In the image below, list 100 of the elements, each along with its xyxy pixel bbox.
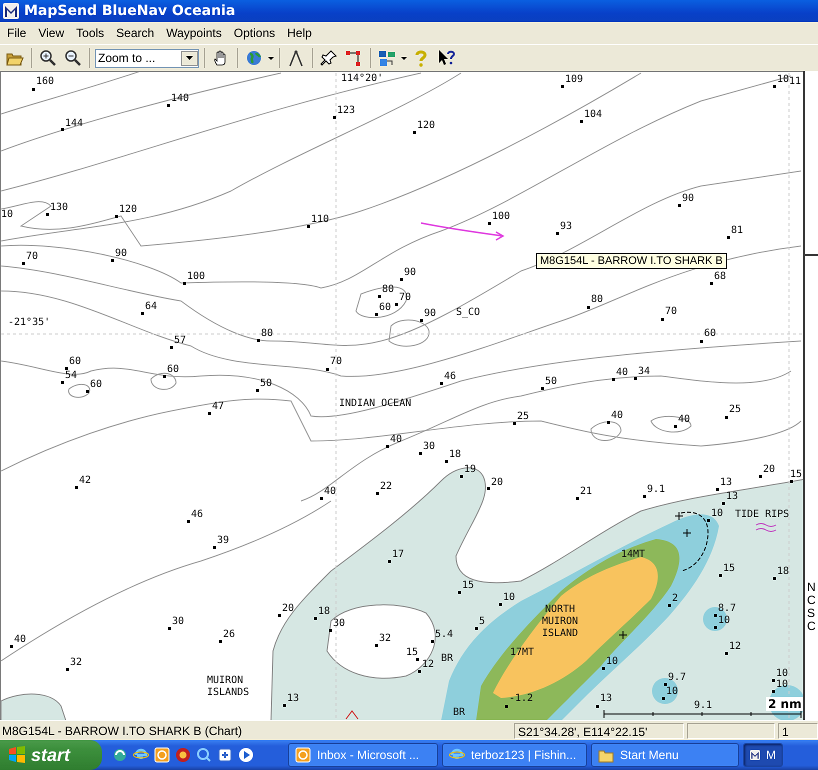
depth-sounding: 21 xyxy=(580,486,592,497)
depth-sounding: 13 xyxy=(726,491,738,502)
app-logo-icon xyxy=(3,3,19,19)
depth-sounding: 40 xyxy=(390,434,402,445)
depth-sounding: 70 xyxy=(399,292,412,303)
place-name-label: 14MT xyxy=(621,549,646,561)
place-name-label: NORTH MUIRON ISLAND xyxy=(540,604,580,640)
depth-sounding: 20 xyxy=(282,603,294,614)
depth-sounding: 10 xyxy=(777,74,790,85)
side-panel-text: C xyxy=(807,620,817,633)
depth-sounding: 50 xyxy=(545,376,558,387)
depth-sounding: 30 xyxy=(333,618,346,629)
cross-marker-icon xyxy=(682,528,692,538)
chart-name-status: M8G154L - BARROW I.TO SHARK B (Chart) xyxy=(1,724,244,738)
quick-launch-button[interactable] xyxy=(217,747,233,763)
depth-sounding: 70 xyxy=(26,251,38,262)
depth-sounding: 90 xyxy=(682,193,694,204)
depth-sounding: 13 xyxy=(720,477,732,488)
place-name-label: MUIRON ISLANDS xyxy=(207,675,250,699)
menu-item[interactable]: Waypoints xyxy=(160,26,228,40)
chart-tooltip: M8G154L - BARROW I.TO SHARK B xyxy=(536,253,727,269)
depth-sounding: 30 xyxy=(423,441,436,452)
depth-sounding: 46 xyxy=(191,509,204,520)
taskbar-button[interactable]: terboz123 | Fishin... xyxy=(442,743,587,767)
quick-launch-button[interactable] xyxy=(175,747,191,763)
depth-sounding: 32 xyxy=(70,657,82,668)
depth-sounding: 15 xyxy=(790,469,802,480)
place-name-label: BR xyxy=(441,653,454,665)
depth-sounding: 9.7 xyxy=(668,672,686,683)
menu-item[interactable]: Options xyxy=(228,26,282,40)
start-button[interactable]: start xyxy=(0,740,102,770)
position-status: S21°34.28', E114°22.15' xyxy=(514,722,684,738)
depth-sounding: 15 xyxy=(462,580,474,591)
depth-sounding: 60 xyxy=(704,328,716,339)
depth-sounding: 70 xyxy=(330,356,342,367)
depth-sounding: 25 xyxy=(517,411,530,422)
menu-item[interactable]: Search xyxy=(110,26,160,40)
depth-sounding: 8.7 xyxy=(718,603,736,614)
place-name-label: INDIAN OCEAN xyxy=(339,398,412,410)
quick-launch-button[interactable] xyxy=(238,747,254,763)
depth-sounding: 54 xyxy=(65,370,78,381)
depth-sounding: 10 xyxy=(606,656,618,667)
menu-item[interactable]: Help xyxy=(281,26,318,40)
depth-sounding: 60 xyxy=(69,356,82,367)
caret-icon xyxy=(186,56,193,60)
depth-sounding: 10 xyxy=(1,209,14,220)
depth-sounding: 57 xyxy=(174,335,186,346)
depth-sounding: 5 xyxy=(479,616,486,627)
taskbar-button[interactable]: M xyxy=(743,743,783,767)
menu-item[interactable]: Tools xyxy=(70,26,110,40)
cross-marker-icon xyxy=(618,630,628,640)
depth-sounding: 32 xyxy=(379,633,392,644)
depth-sounding: 13 xyxy=(600,693,612,704)
depth-sounding: 13 xyxy=(287,693,300,704)
depth-sounding: 120 xyxy=(417,120,436,131)
caret-icon xyxy=(401,54,407,62)
depth-sounding: 17 xyxy=(392,549,404,560)
depth-sounding: 90 xyxy=(404,267,416,278)
place-name-label: 17MT xyxy=(510,647,534,659)
depth-sounding: 5.4 xyxy=(435,629,454,640)
depth-sounding: 90 xyxy=(424,308,436,319)
depth-sounding: 9.1 xyxy=(647,484,666,495)
depth-sounding: 60 xyxy=(379,302,392,313)
depth-sounding: 40 xyxy=(678,414,690,425)
taskbar-button[interactable]: Inbox - Microsoft ... xyxy=(288,743,438,767)
depth-sounding: 19 xyxy=(464,464,476,475)
depth-sounding: 10 xyxy=(776,679,788,690)
depth-sounding: 100 xyxy=(187,271,206,282)
quick-launch-button[interactable] xyxy=(112,747,128,763)
depth-sounding: 60 xyxy=(167,364,180,375)
page-status: 1 xyxy=(778,722,818,738)
side-panel-text: N xyxy=(807,581,817,594)
depth-sounding: 40 xyxy=(616,367,628,378)
depth-sounding: 10 xyxy=(666,686,678,697)
quick-launch-button[interactable] xyxy=(196,747,212,763)
mail-icon xyxy=(295,747,311,763)
taskbar-button[interactable]: Start Menu xyxy=(591,743,739,767)
depth-sounding: 10 xyxy=(711,508,724,519)
side-panel-text: S xyxy=(807,607,816,620)
triangle-marker-icon xyxy=(346,710,358,720)
menu-item[interactable]: View xyxy=(32,26,70,40)
depth-sounding: 18 xyxy=(777,566,790,577)
depth-sounding: 18 xyxy=(449,449,462,460)
app-logo-icon xyxy=(750,747,760,763)
depth-sounding: 104 xyxy=(584,109,602,120)
depth-sounding: 140 xyxy=(171,93,190,104)
depth-sounding: 109 xyxy=(565,74,584,85)
depth-sounding: 93 xyxy=(560,221,572,232)
menu-item[interactable]: File xyxy=(1,26,32,40)
depth-sounding: 70 xyxy=(665,306,678,317)
depth-sounding: 40 xyxy=(14,634,26,645)
cross-marker-icon xyxy=(674,512,684,520)
depth-sounding: 80 xyxy=(382,284,394,295)
depth-sounding: 15 xyxy=(406,647,418,658)
depth-sounding: 123 xyxy=(337,105,356,116)
depth-sounding: 30 xyxy=(172,616,184,627)
depth-sounding: 22 xyxy=(380,481,392,492)
zoom-dropdown[interactable]: Zoom to ... xyxy=(95,48,199,68)
depth-sounding: 26 xyxy=(223,629,236,640)
depth-sounding: 10 xyxy=(776,668,788,679)
